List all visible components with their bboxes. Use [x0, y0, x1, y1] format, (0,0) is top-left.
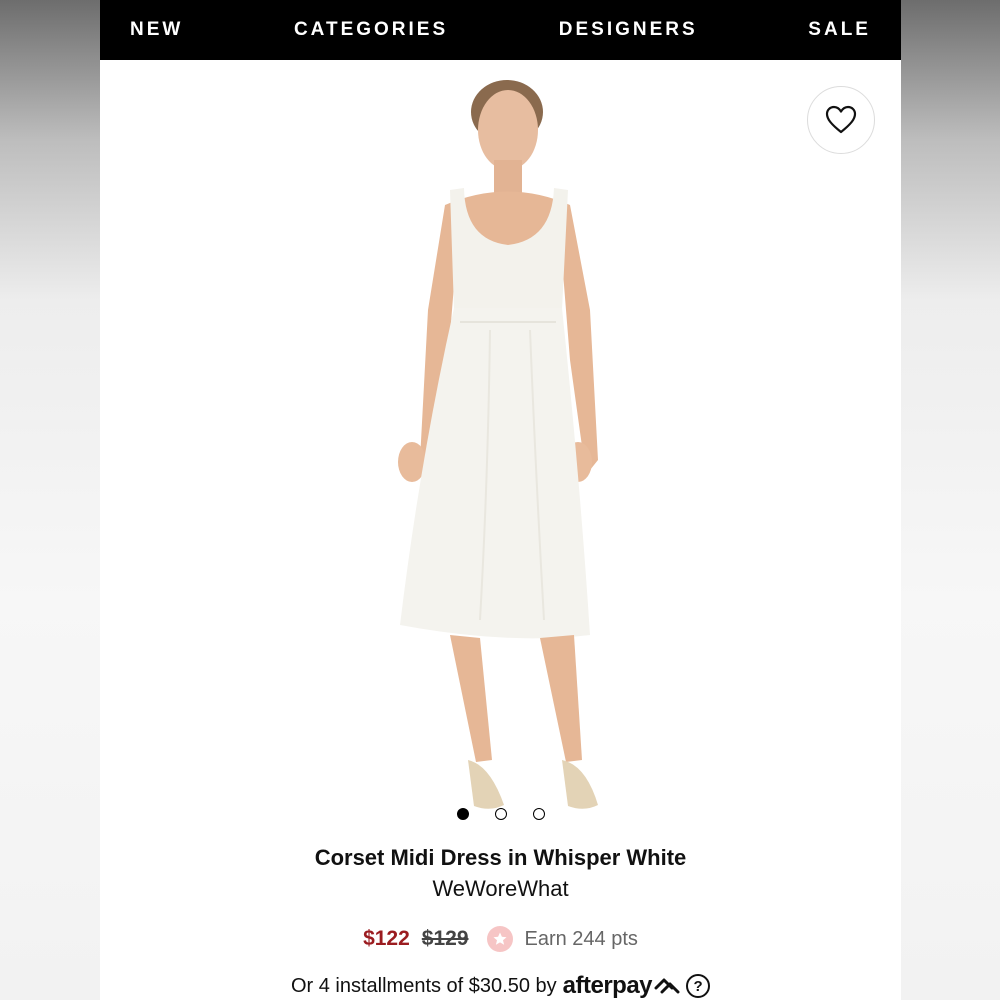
product-page: NEW CATEGORIES DESIGNERS SALE Corset Mid… [100, 0, 901, 1000]
product-image [398, 80, 598, 809]
gallery-dot-1[interactable] [456, 808, 469, 820]
afterpay-logo: afterpay [563, 972, 680, 1000]
points-text: Earn 244 pts [524, 927, 638, 950]
nav-designers[interactable]: DESIGNERS [559, 19, 698, 41]
gallery-pagination [100, 808, 901, 820]
nav-new[interactable]: NEW [130, 19, 183, 41]
product-title: Corset Midi Dress in Whisper White [314, 845, 687, 870]
sale-price: $122 [363, 927, 410, 950]
price-row: $122 $129 Earn 244 pts [100, 926, 901, 952]
product-brand-link[interactable]: WeWoreWhat [100, 876, 901, 902]
installments-text: Or 4 installments of $30.50 by [290, 974, 557, 997]
nav-sale[interactable]: SALE [808, 19, 871, 41]
afterpay-arrows-icon [654, 978, 680, 994]
installments-row: Or 4 installments of $30.50 by afterpay … [100, 972, 901, 1000]
original-price: $129 [421, 927, 469, 950]
afterpay-help-button[interactable]: ? [686, 974, 711, 998]
top-navigation: NEW CATEGORIES DESIGNERS SALE [100, 0, 901, 60]
gallery-dot-2[interactable] [494, 808, 507, 820]
heart-icon [825, 105, 857, 134]
afterpay-label: afterpay [562, 972, 653, 999]
gallery-dot-3[interactable] [532, 808, 545, 820]
nav-categories[interactable]: CATEGORIES [294, 19, 448, 41]
wishlist-button[interactable] [807, 86, 875, 154]
star-icon [486, 926, 513, 952]
product-image-gallery[interactable] [100, 60, 901, 840]
